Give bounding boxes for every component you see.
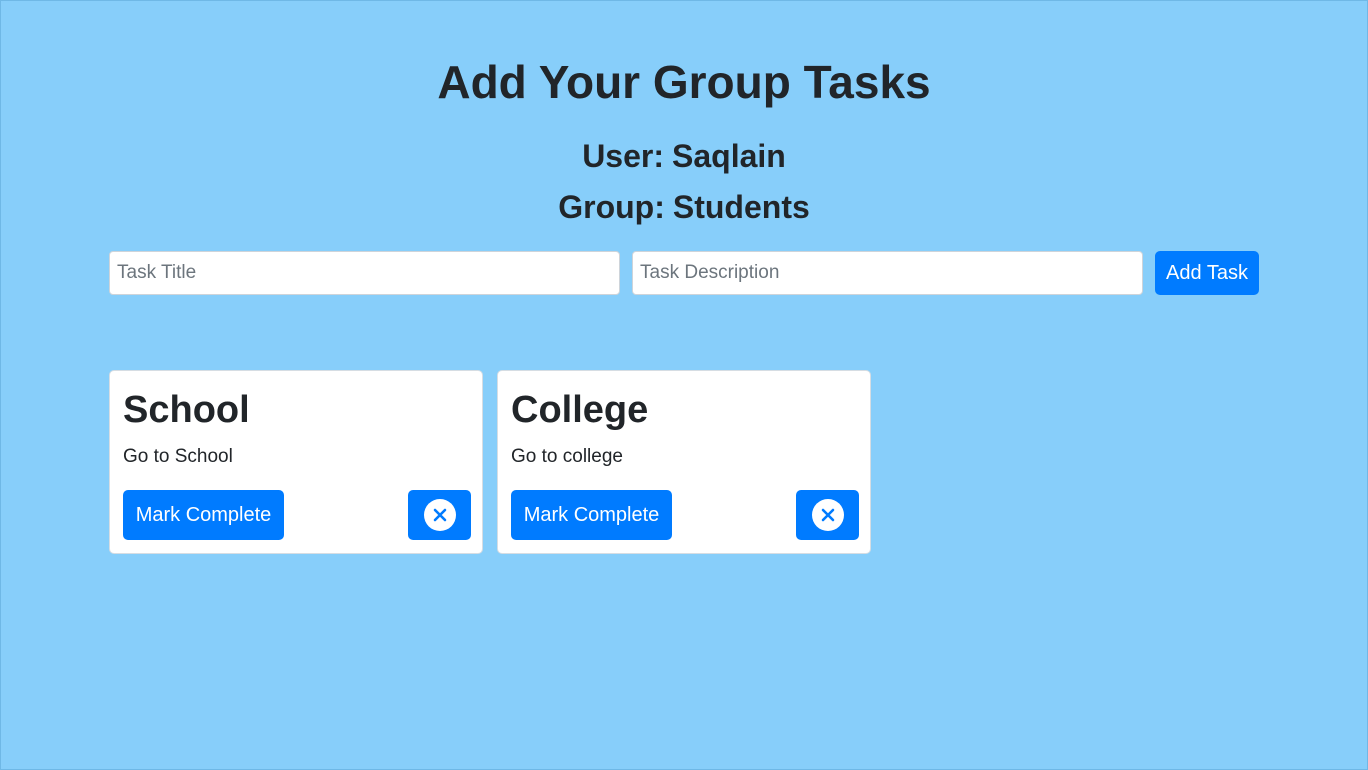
- close-circle-icon: [811, 499, 844, 531]
- close-circle-icon: [423, 499, 456, 531]
- mark-complete-button[interactable]: Mark Complete: [511, 490, 672, 540]
- mark-complete-button[interactable]: Mark Complete: [123, 490, 284, 540]
- page-title: Add Your Group Tasks: [437, 56, 931, 108]
- delete-task-button[interactable]: [796, 490, 859, 540]
- group-label: Group:: [558, 189, 665, 225]
- task-card: College Go to college Mark Complete: [497, 370, 871, 554]
- group-name: Students: [672, 189, 810, 225]
- task-title: College: [511, 389, 649, 431]
- task-title-input[interactable]: [109, 251, 620, 295]
- task-title: School: [123, 389, 250, 431]
- user-name: Saqlain: [672, 138, 786, 174]
- user-label: User:: [582, 138, 664, 174]
- delete-task-button[interactable]: [408, 490, 471, 540]
- task-description-input[interactable]: [632, 251, 1143, 295]
- task-description: Go to School: [123, 446, 233, 467]
- add-task-form: Add Task: [109, 251, 1259, 295]
- user-heading: User: Saqlain: [0, 136, 1368, 176]
- task-description: Go to college: [511, 446, 623, 467]
- add-task-button[interactable]: Add Task: [1155, 251, 1259, 295]
- task-card: School Go to School Mark Complete: [109, 370, 483, 554]
- group-heading: Group: Students: [0, 187, 1368, 227]
